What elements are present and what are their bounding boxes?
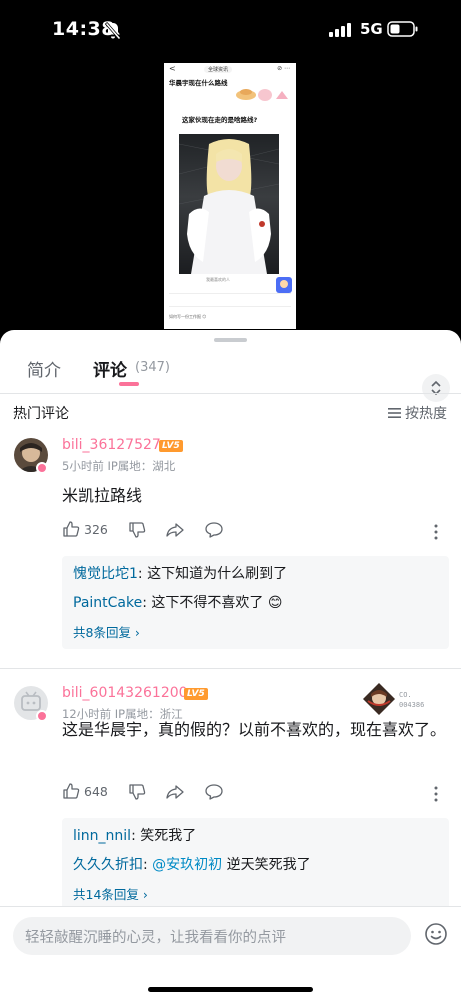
- reply-username[interactable]: 久久久折扣: [73, 857, 143, 873]
- comment-icon[interactable]: [204, 521, 224, 543]
- reply-item: 久久久折扣: @安玖初初 逆天笑死我了: [73, 855, 438, 875]
- frame-sticker-icon: [276, 277, 292, 293]
- share-icon[interactable]: [165, 783, 185, 805]
- like-button[interactable]: 648: [62, 782, 108, 800]
- frame-line: [169, 306, 291, 307]
- comment-text: 这是华晨宇，真的假的？以前不喜欢的，现在喜欢了。: [62, 720, 447, 739]
- comment-icon[interactable]: [204, 783, 224, 805]
- reply-username[interactable]: linn_nnil: [73, 828, 131, 844]
- avatar-badge: [36, 710, 48, 722]
- comments-sheet: 简介 评论 (347) 热门评论 按热度 bili_36127527 LV5 5…: [0, 330, 461, 1000]
- home-indicator: [148, 987, 313, 992]
- reply-text: :: [143, 857, 153, 873]
- reply-preview[interactable]: 愧觉比坨1: 这下知道为什么刷到了 PaintCake: 这下不得不喜欢了 😊 …: [62, 556, 449, 649]
- tab-bar: 简介 评论 (347): [0, 352, 461, 402]
- sort-icon: [388, 408, 401, 418]
- reply-text: : 笑死我了: [131, 828, 197, 844]
- bell-off-icon: [104, 22, 122, 44]
- comment-text: 米凯拉路线: [62, 486, 143, 505]
- frame-caption: 我最喜欢的人: [206, 277, 230, 282]
- avatar-badge: [36, 462, 48, 474]
- thumb-down-icon[interactable]: [128, 521, 146, 543]
- comment-username[interactable]: bili_60143261200: [62, 685, 188, 701]
- share-icon[interactable]: [165, 521, 185, 543]
- frame-account: 全球资讯: [204, 66, 233, 73]
- video-frame: < 全球资讯 ⊘ ⋯ 华晨宇现在什么路线 这家伙现在走的是啥路线? 我最喜欢的人…: [164, 63, 296, 329]
- view-more-replies[interactable]: 共8条回复 ›: [73, 622, 438, 641]
- tab-comments[interactable]: 评论: [93, 356, 127, 381]
- reply-item: 愧觉比坨1: 这下知道为什么刷到了: [73, 564, 438, 584]
- comment-actions: 326: [62, 520, 447, 544]
- drag-handle[interactable]: [214, 338, 247, 342]
- frame-topbar: < 全球资讯 ⊘ ⋯: [164, 63, 296, 75]
- level-badge: LV5: [159, 440, 183, 452]
- frame-back-icon: <: [169, 64, 176, 73]
- network-type: 5G: [360, 20, 383, 38]
- more-icon[interactable]: [433, 786, 439, 806]
- sort-label: 按热度: [405, 406, 447, 422]
- video-player[interactable]: < 全球资讯 ⊘ ⋯ 华晨宇现在什么路线 这家伙现在走的是啥路线? 我最喜欢的人…: [0, 62, 461, 330]
- battery-icon: [387, 21, 419, 41]
- status-bar: 14:38 5G: [0, 0, 461, 62]
- like-count: 648: [84, 783, 108, 799]
- thumb-up-icon: [63, 521, 80, 537]
- frame-footer: 如何写一份工作报 😊: [169, 314, 207, 319]
- more-icon[interactable]: [433, 524, 439, 544]
- reply-username[interactable]: 愧觉比坨1: [73, 566, 138, 582]
- frame-decoration: [236, 89, 288, 101]
- comment-username[interactable]: bili_36127527: [62, 437, 161, 453]
- reply-text: 逆天笑死我了: [222, 857, 311, 873]
- reply-text: : 这下知道为什么刷到了: [137, 566, 288, 582]
- comment-input-bar: 轻轻敲醒沉睡的心灵，让我看看你的点评: [0, 906, 461, 1000]
- comment-meta: 5小时前 IP属地：湖北: [62, 459, 176, 473]
- sort-toggle[interactable]: 按热度: [388, 403, 447, 423]
- tab-intro[interactable]: 简介: [27, 356, 61, 381]
- frame-line: [169, 293, 291, 294]
- view-more-replies[interactable]: 共14条回复 ›: [73, 884, 438, 903]
- reply-mention[interactable]: @安玖初初: [152, 857, 222, 873]
- reply-username[interactable]: PaintCake: [73, 595, 142, 611]
- hot-comments-title: 热门评论: [13, 406, 69, 422]
- reply-item: linn_nnil: 笑死我了: [73, 826, 438, 846]
- reply-item: PaintCake: 这下不得不喜欢了 😊: [73, 593, 438, 613]
- tab-divider: [0, 393, 461, 394]
- chevron-updown-icon[interactable]: [422, 374, 450, 402]
- reply-preview[interactable]: linn_nnil: 笑死我了 久久久折扣: @安玖初初 逆天笑死我了 共14条…: [62, 818, 449, 911]
- decoration-code-label: CO.: [399, 691, 412, 699]
- frame-question: 这家伙现在走的是啥路线?: [182, 116, 258, 124]
- tab-underline: [119, 382, 139, 386]
- comment-actions: 648: [62, 782, 447, 806]
- thumb-down-icon[interactable]: [128, 783, 146, 805]
- emoji-icon[interactable]: [424, 922, 448, 950]
- comment-input[interactable]: 轻轻敲醒沉睡的心灵，让我看看你的点评: [13, 917, 411, 955]
- comment-separator: [0, 668, 461, 669]
- thumb-up-icon: [63, 783, 80, 799]
- reply-text: : 这下不得不喜欢了 😊: [142, 595, 283, 611]
- signal-icon: [329, 22, 353, 41]
- decoration-code-number: 004386: [399, 701, 425, 709]
- frame-menu-icon: ⊘ ⋯: [277, 65, 290, 72]
- level-badge: LV5: [184, 688, 208, 700]
- comment-count: (347): [135, 360, 170, 375]
- decoration-tile: [362, 682, 396, 716]
- like-count: 326: [84, 521, 108, 537]
- like-button[interactable]: 326: [62, 520, 108, 538]
- frame-photo: [179, 134, 279, 274]
